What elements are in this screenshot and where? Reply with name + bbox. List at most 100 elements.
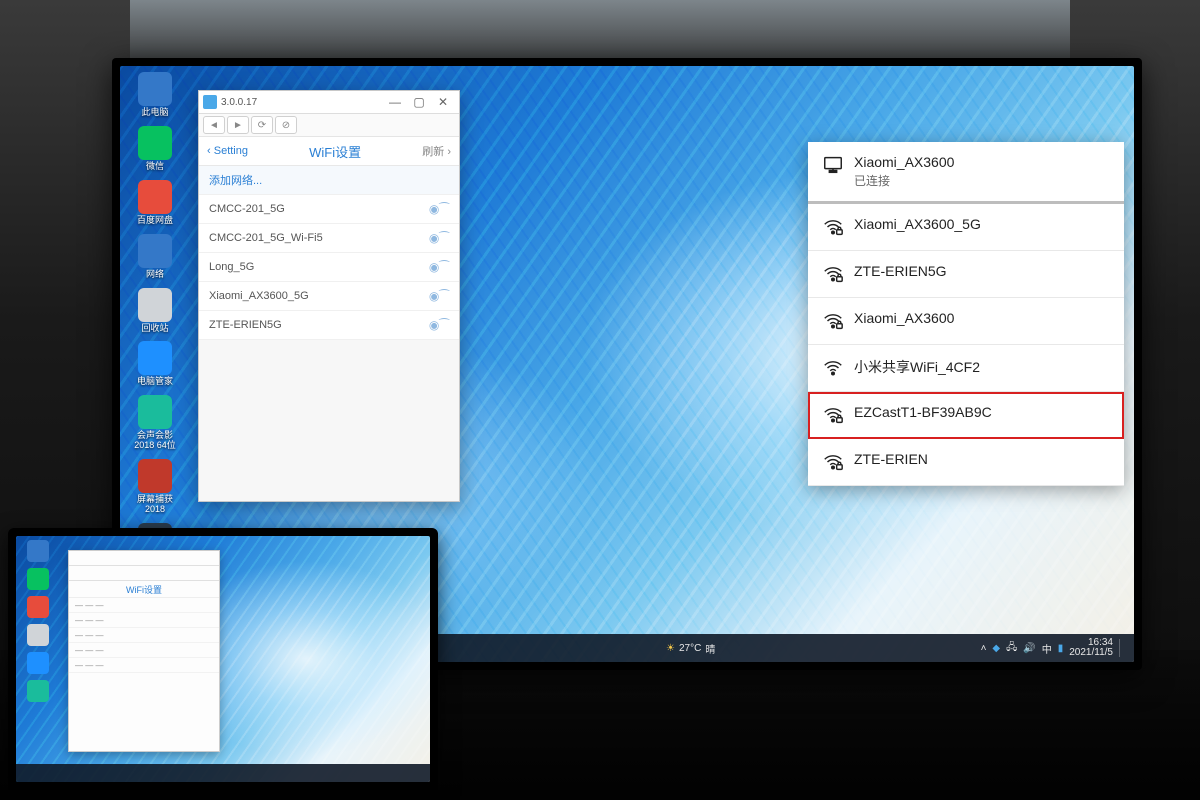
wifi-ssid: CMCC-201_5G_Wi-Fi5 xyxy=(209,232,323,244)
show-desktop-button[interactable] xyxy=(1119,639,1128,657)
wifi-ssid: Xiaomi_AX3600_5G xyxy=(854,216,981,232)
wifi-secure-icon xyxy=(822,216,844,238)
refresh-button[interactable]: 刷新 › xyxy=(422,143,451,159)
wifi-ssid: ZTE-ERIEN xyxy=(854,451,928,467)
app-icon xyxy=(138,72,172,106)
wifi-network-list: CMCC-201_5G ◉⁀ CMCC-201_5G_Wi-Fi5 ◉⁀ Long_5G… xyxy=(199,195,459,340)
wifi-open-icon xyxy=(822,357,844,379)
tray-notification-icon[interactable]: ▮ xyxy=(1058,643,1064,654)
window-reflection xyxy=(130,0,1070,60)
laptop-icon[interactable] xyxy=(27,624,49,646)
maximize-button[interactable]: ▢ xyxy=(407,95,431,109)
photo-scene: 此电脑微信百度网盘网络回收站电脑管家会声会影 2018 64位屏幕捕获 2018… xyxy=(0,0,1200,800)
back-to-setting[interactable]: ‹ Setting xyxy=(207,145,248,157)
wifi-flyout-item[interactable]: Xiaomi_AX3600_5G xyxy=(808,203,1124,251)
wifi-ssid: Xiaomi_AX3600 xyxy=(854,154,954,170)
tray-ime[interactable]: 中 xyxy=(1042,641,1052,656)
minimize-button[interactable]: — xyxy=(383,95,407,109)
close-button[interactable]: ✕ xyxy=(431,95,455,109)
app-icon xyxy=(138,180,172,214)
desktop-icon-label: 电脑管家 xyxy=(137,377,173,387)
laptop-icon[interactable] xyxy=(27,652,49,674)
laptop-wifi-row[interactable]: — — — xyxy=(69,643,219,658)
desktop-icon-label: 网络 xyxy=(146,270,164,280)
app-toolbar: ◄ ► ⟳ ⊘ xyxy=(199,114,459,137)
tray-app-icon[interactable]: ◆ xyxy=(992,643,1000,654)
wifi-flyout-item[interactable]: Xiaomi_AX3600已连接 xyxy=(808,142,1124,203)
ezcast-settings-window[interactable]: 3.0.0.17 — ▢ ✕ ◄ ► ⟳ ⊘ ‹ Setting WiFi设置 … xyxy=(198,90,460,502)
app-titlebar[interactable]: 3.0.0.17 — ▢ ✕ xyxy=(199,91,459,114)
wifi-flyout-item-highlighted[interactable]: EZCastT1-BF39AB9C xyxy=(808,392,1124,439)
wifi-flyout-item[interactable]: Xiaomi_AX3600 xyxy=(808,298,1124,345)
weather-temp: 27°C xyxy=(679,643,701,654)
wifi-network-row[interactable]: CMCC-201_5G ◉⁀ xyxy=(199,195,459,224)
laptop-wifi-row[interactable]: — — — xyxy=(69,598,219,613)
laptop-taskbar[interactable] xyxy=(16,764,430,782)
desktop-icon[interactable]: 电脑管家 xyxy=(126,341,184,387)
wifi-flyout-item[interactable]: ZTE-ERIEN5G xyxy=(808,251,1124,298)
wifi-network-row[interactable]: CMCC-201_5G_Wi-Fi5 ◉⁀ xyxy=(199,224,459,253)
desktop-icon[interactable]: 会声会影 2018 64位 xyxy=(126,395,184,451)
wifi-ssid: ZTE-ERIEN5G xyxy=(209,319,282,331)
desktop-icon-label: 百度网盘 xyxy=(137,216,173,226)
desktop-icon-label: 会声会影 2018 64位 xyxy=(128,431,182,451)
wifi-network-row[interactable]: Xiaomi_AX3600_5G ◉⁀ xyxy=(199,282,459,311)
desktop-icon[interactable]: 微信 xyxy=(126,126,184,172)
system-tray[interactable]: ˄ ◆ 🖧 🔊 中 ▮ xyxy=(981,640,1064,657)
add-network-row[interactable]: 添加网络... xyxy=(199,166,459,195)
app-header: ‹ Setting WiFi设置 刷新 › xyxy=(199,137,459,166)
desktop-icon[interactable]: 此电脑 xyxy=(126,72,184,118)
wifi-secure-icon xyxy=(822,263,844,285)
tray-network-icon[interactable]: 🖧 xyxy=(1006,640,1017,657)
desktop-icon-label: 微信 xyxy=(146,162,164,172)
wifi-network-row[interactable]: Long_5G◉⁀ xyxy=(199,253,459,282)
tray-volume-icon[interactable]: 🔊 xyxy=(1023,643,1035,654)
app-version: 3.0.0.17 xyxy=(221,97,257,108)
laptop-wifi-row[interactable]: — — — xyxy=(69,628,219,643)
desktop-icon[interactable]: 百度网盘 xyxy=(126,180,184,226)
wifi-ssid: CMCC-201_5G xyxy=(209,203,285,215)
wifi-ssid: EZCastT1-BF39AB9C xyxy=(854,404,992,420)
nav-reload-button[interactable]: ⟳ xyxy=(251,116,273,134)
wifi-signal-icon: ◉⁀ xyxy=(429,231,449,245)
laptop-icon[interactable] xyxy=(27,568,49,590)
app-icon xyxy=(138,395,172,429)
laptop-app-titlebar[interactable] xyxy=(69,551,219,566)
laptop-icon[interactable] xyxy=(27,680,49,702)
laptop-wifi-row[interactable]: — — — xyxy=(69,658,219,673)
laptop-screen: WiFi设置 — — — — — — — — — — — — — — — xyxy=(16,536,430,782)
wifi-network-row[interactable]: ZTE-ERIEN5G ◉⁀ xyxy=(199,311,459,340)
laptop-icon[interactable] xyxy=(27,540,49,562)
wifi-ssid: Xiaomi_AX3600_5G xyxy=(209,290,309,302)
tray-chevron-icon[interactable]: ˄ xyxy=(981,643,987,654)
nav-stop-button[interactable]: ⊘ xyxy=(275,116,297,134)
laptop-desktop-icons xyxy=(20,540,56,702)
laptop-app-toolbar xyxy=(69,566,219,581)
wifi-secure-icon xyxy=(822,404,844,426)
wifi-signal-icon: ◉⁀ xyxy=(429,202,449,216)
wifi-secure-icon xyxy=(822,451,844,473)
wifi-flyout-item[interactable]: 小米共享WiFi_4CF2 xyxy=(808,345,1124,392)
wifi-flyout-item[interactable]: ZTE-ERIEN xyxy=(808,439,1124,486)
desktop-icon[interactable]: 网络 xyxy=(126,234,184,280)
windows-wifi-flyout[interactable]: Xiaomi_AX3600已连接 Xiaomi_AX3600_5G ZTE-ERIE… xyxy=(808,142,1124,486)
wifi-ssid: 小米共享WiFi_4CF2 xyxy=(854,357,980,377)
taskbar-clock[interactable]: 16:34 2021/11/5 xyxy=(1069,638,1113,659)
taskbar-weather[interactable]: ☀ 27°C 晴 xyxy=(666,641,715,656)
nav-back-button[interactable]: ◄ xyxy=(203,116,225,134)
desktop-icon[interactable]: 回收站 xyxy=(126,288,184,334)
laptop: WiFi设置 — — — — — — — — — — — — — — — xyxy=(8,528,438,790)
wifi-signal-icon: ◉⁀ xyxy=(429,318,449,332)
laptop-ezcast-window[interactable]: WiFi设置 — — — — — — — — — — — — — — — xyxy=(68,550,220,752)
laptop-wifi-row[interactable]: — — — xyxy=(69,613,219,628)
clock-date: 2021/11/5 xyxy=(1069,648,1113,659)
desktop-icons-column: 此电脑微信百度网盘网络回收站电脑管家会声会影 2018 64位屏幕捕获 2018… xyxy=(126,72,184,569)
app-title: WiFi设置 xyxy=(309,142,361,161)
app-icon xyxy=(138,288,172,322)
desktop-icon[interactable]: 屏幕捕获 2018 xyxy=(126,459,184,515)
wifi-signal-icon: ◉⁀ xyxy=(429,289,449,303)
desktop-icon-label: 此电脑 xyxy=(141,108,168,118)
nav-forward-button[interactable]: ► xyxy=(227,116,249,134)
laptop-icon[interactable] xyxy=(27,596,49,618)
ethernet-icon xyxy=(822,154,844,176)
